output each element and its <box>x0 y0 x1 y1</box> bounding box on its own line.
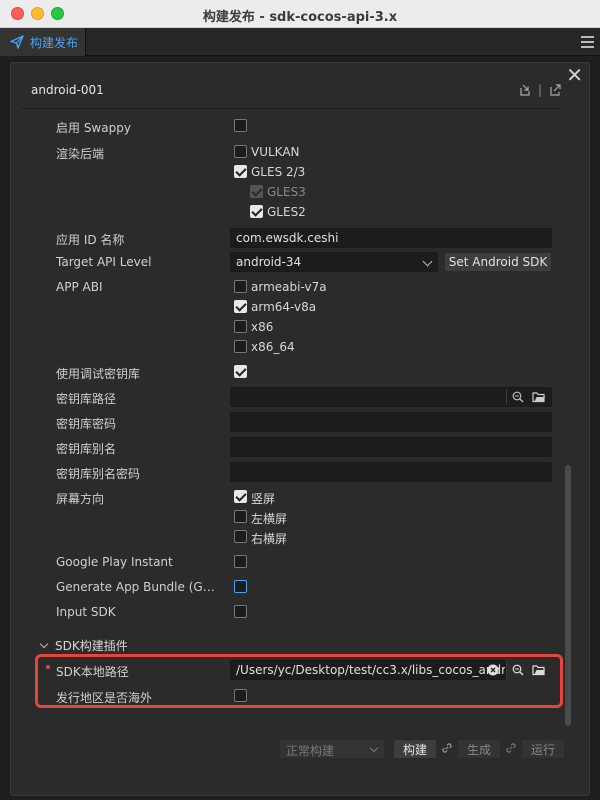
title-bar: 构建发布 - sdk-cocos-api-3.x <box>0 0 600 28</box>
keystore-path-label: 密钥库路径 <box>56 392 117 406</box>
link-icon <box>506 743 516 753</box>
row-gles23: GLES 2/3 <box>11 162 571 182</box>
arm64-v8a-checkbox[interactable] <box>234 300 247 313</box>
scrollbar[interactable] <box>565 465 571 726</box>
row-app-abi: APP ABI armeabi-v7a <box>11 277 571 297</box>
gles23-checkbox[interactable] <box>234 165 247 178</box>
debug-keystore-checkbox[interactable] <box>234 365 247 378</box>
highlight-annotation <box>35 654 563 708</box>
row-x86: x86 <box>11 317 571 337</box>
paper-plane-icon <box>10 35 24 49</box>
sdk-plugin-section-header[interactable]: SDK构建插件 <box>39 637 128 654</box>
input-sdk-label: Input SDK <box>56 605 116 619</box>
keystore-path-input[interactable] <box>230 387 552 407</box>
landscape-right-label: 右横屏 <box>251 532 288 546</box>
footer-toolbar: 正常构建 构建 生成 运行 <box>11 735 589 765</box>
swappy-checkbox[interactable] <box>234 119 247 132</box>
vulkan-label: VULKAN <box>251 145 300 159</box>
keystore-alias-label: 密钥库别名 <box>56 442 117 456</box>
app-id-input[interactable]: com.ewsdk.ceshi <box>230 228 552 248</box>
sdk-plugin-section-title: SDK构建插件 <box>55 639 128 653</box>
portrait-checkbox[interactable] <box>234 490 247 503</box>
app-bundle-label: Generate App Bundle (Google Play) <box>56 580 221 594</box>
app-abi-label: APP ABI <box>56 280 103 294</box>
app-id-label: 应用 ID 名称 <box>56 233 125 247</box>
x86-64-label: x86_64 <box>251 340 295 354</box>
row-debug-keystore: 使用调试密钥库 <box>11 362 571 382</box>
row-gles3: GLES3 <box>11 182 571 202</box>
orientation-label: 屏幕方向 <box>56 492 105 506</box>
tab-label: 构建发布 <box>30 35 79 50</box>
build-button[interactable]: 构建 <box>393 739 437 759</box>
chevron-down-icon <box>39 639 49 649</box>
google-play-instant-label: Google Play Instant <box>56 555 173 569</box>
tab-bar: 构建发布 <box>0 28 600 56</box>
row-x86-64: x86_64 <box>11 337 571 357</box>
keystore-alias-password-input[interactable] <box>230 462 552 482</box>
build-mode-value: 正常构建 <box>286 744 335 758</box>
chevron-down-icon <box>369 743 379 753</box>
landscape-left-label: 左横屏 <box>251 512 288 526</box>
render-backend-label: 渲染后端 <box>56 147 105 161</box>
keystore-alias-password-label: 密钥库别名密码 <box>56 467 141 481</box>
row-swappy: 启用 Swappy <box>11 116 571 136</box>
row-input-sdk: Input SDK <box>11 602 571 622</box>
landscape-left-checkbox[interactable] <box>234 510 247 523</box>
row-keystore-path: 密钥库路径 <box>11 387 571 407</box>
gles23-label: GLES 2/3 <box>251 165 306 179</box>
row-keystore-alias: 密钥库别名 <box>11 437 571 457</box>
swappy-label: 启用 Swappy <box>56 121 131 135</box>
gles2-label: GLES2 <box>267 205 306 219</box>
tab-build-publish[interactable]: 构建发布 <box>0 28 86 56</box>
keystore-alias-input[interactable] <box>230 437 552 457</box>
generate-button[interactable]: 生成 <box>457 739 501 759</box>
row-render-backend: 渲染后端 VULKAN <box>11 142 571 162</box>
x86-checkbox[interactable] <box>234 320 247 333</box>
row-app-id: 应用 ID 名称 com.ewsdk.ceshi <box>11 228 571 248</box>
row-gles2: GLES2 <box>11 202 571 222</box>
input-sdk-checkbox[interactable] <box>234 605 247 618</box>
hamburger-menu-icon[interactable] <box>581 36 594 48</box>
armeabi-v7a-label: armeabi-v7a <box>251 280 327 294</box>
debug-keystore-label: 使用调试密钥库 <box>56 367 141 381</box>
chevron-down-icon <box>422 256 433 267</box>
row-app-bundle: Generate App Bundle (Google Play) <box>11 577 571 597</box>
landscape-right-checkbox[interactable] <box>234 530 247 543</box>
keystore-password-label: 密钥库密码 <box>56 417 117 431</box>
arm64-v8a-label: arm64-v8a <box>251 300 317 314</box>
build-panel: ✕ android-001 | 启用 Swappy 渲染后端 VULKAN GL… <box>10 62 590 796</box>
window-title: 构建发布 - sdk-cocos-api-3.x <box>202 10 398 25</box>
link-icon <box>442 743 452 753</box>
google-play-instant-checkbox[interactable] <box>234 555 247 568</box>
target-api-select[interactable]: android-34 <box>230 252 438 272</box>
gles3-label: GLES3 <box>267 185 306 199</box>
set-android-sdk-button[interactable]: Set Android SDK <box>444 252 552 272</box>
gles3-checkbox <box>250 185 263 198</box>
row-keystore-alias-password: 密钥库别名密码 <box>11 462 571 482</box>
row-landscape-left: 左横屏 <box>11 507 571 527</box>
row-keystore-password: 密钥库密码 <box>11 412 571 432</box>
portrait-label: 竖屏 <box>251 492 276 506</box>
row-target-api: Target API Level android-34 Set Android … <box>11 252 571 272</box>
vulkan-checkbox[interactable] <box>234 145 247 158</box>
target-api-value: android-34 <box>236 255 302 269</box>
row-orientation: 屏幕方向 竖屏 <box>11 487 571 507</box>
x86-label: x86 <box>251 320 274 334</box>
row-landscape-right: 右横屏 <box>11 527 571 547</box>
gles2-checkbox[interactable] <box>250 205 263 218</box>
app-bundle-checkbox[interactable] <box>234 580 247 593</box>
folder-icon[interactable] <box>529 389 549 405</box>
keystore-password-input[interactable] <box>230 412 552 432</box>
target-api-label: Target API Level <box>56 255 152 269</box>
search-icon[interactable] <box>508 389 528 405</box>
x86-64-checkbox[interactable] <box>234 340 247 353</box>
run-button[interactable]: 运行 <box>521 739 565 759</box>
armeabi-v7a-checkbox[interactable] <box>234 280 247 293</box>
row-arm64: arm64-v8a <box>11 297 571 317</box>
row-google-play-instant: Google Play Instant <box>11 552 571 572</box>
build-mode-select[interactable]: 正常构建 <box>279 739 385 759</box>
settings-form: 启用 Swappy 渲染后端 VULKAN GLES 2/3 GLES3 GLE… <box>11 63 589 795</box>
